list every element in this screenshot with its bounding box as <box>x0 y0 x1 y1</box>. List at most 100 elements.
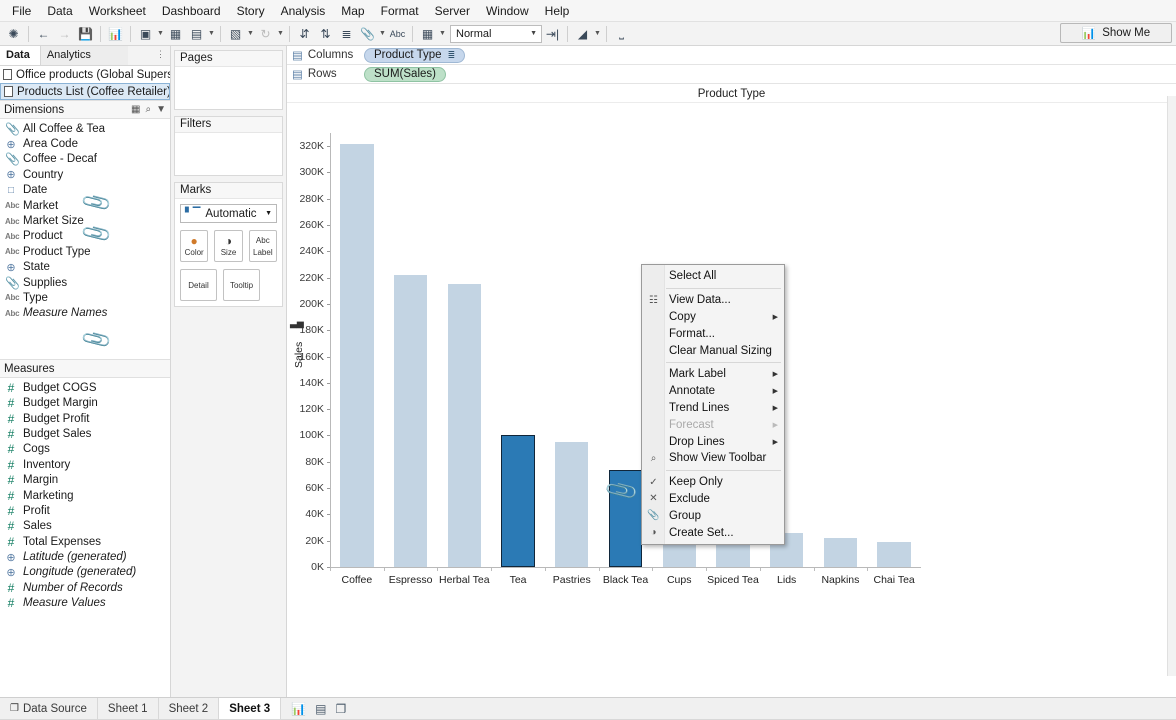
menu-server[interactable]: Server <box>427 1 478 21</box>
context-menu-item-keep-only[interactable]: ✓ Keep Only <box>642 474 784 491</box>
menu-help[interactable]: Help <box>537 1 578 21</box>
measure-item-1[interactable]: # Budget Margin <box>0 395 170 410</box>
menu-data[interactable]: Data <box>39 1 80 21</box>
x-axis-label-black-tea[interactable]: Black Tea <box>603 574 648 586</box>
measure-item-11[interactable]: ⊕ Latitude (generated) <box>0 549 170 564</box>
context-menu-item-view-data[interactable]: ☷ View Data... <box>642 292 784 309</box>
context-menu-item-exclude[interactable]: ✕ Exclude <box>642 491 784 508</box>
sheet-tab-sheet-1[interactable]: Sheet 1 <box>98 698 159 719</box>
mark-type-dropdown[interactable]: ▘▔ Automatic ▼ <box>180 204 277 223</box>
sheet-tab-sheet-3[interactable]: Sheet 3 <box>219 698 282 719</box>
tab-data[interactable]: Data <box>0 46 40 65</box>
dimension-item-1[interactable]: ⊕ Area Code <box>0 136 170 151</box>
bar-black-tea[interactable] <box>608 469 643 567</box>
x-axis-label-chai-tea[interactable]: Chai Tea <box>873 574 914 586</box>
filters-shelf[interactable] <box>175 133 282 175</box>
x-axis-label-pastries[interactable]: Pastries <box>553 574 591 586</box>
dimension-item-12[interactable]: Abc Measure Names <box>0 306 170 321</box>
sheet-tab-sheet-2[interactable]: Sheet 2 <box>159 698 220 719</box>
measure-item-2[interactable]: # Budget Profit <box>0 411 170 426</box>
measure-item-12[interactable]: ⊕ Longitude (generated) <box>0 565 170 580</box>
new-worksheet-caret-icon[interactable]: ▼ <box>156 30 165 37</box>
x-axis-label-lids[interactable]: Lids <box>777 574 796 586</box>
measure-item-14[interactable]: # Measure Values <box>0 596 170 611</box>
menu-story[interactable]: Story <box>229 1 273 21</box>
measure-item-4[interactable]: # Cogs <box>0 442 170 457</box>
tableau-logo-icon[interactable]: ✺ <box>3 24 24 44</box>
group-members-icon[interactable]: 📎 <box>357 24 378 44</box>
refresh-caret-icon[interactable]: ▼ <box>276 30 285 37</box>
data-source-item-0[interactable]: Office products (Global Supers... <box>0 66 170 83</box>
save-icon[interactable]: 💾 <box>75 24 96 44</box>
context-menu-item-annotate[interactable]: Annotate ▶ <box>642 383 784 400</box>
swap-caret-icon[interactable]: ▼ <box>246 30 255 37</box>
context-menu-item-trend-lines[interactable]: Trend Lines ▶ <box>642 400 784 417</box>
clear-sheet-caret-icon[interactable]: ▼ <box>207 30 216 37</box>
menu-worksheet[interactable]: Worksheet <box>81 1 154 21</box>
measure-item-13[interactable]: # Number of Records <box>0 580 170 595</box>
show-me-button[interactable]: 📊 Show Me <box>1060 23 1172 43</box>
new-story-icon[interactable]: ❐ <box>335 702 346 716</box>
context-menu-item-create-set[interactable]: ◑ Create Set... <box>642 524 784 541</box>
sheet-tab-data-source[interactable]: ❐ Data Source <box>0 698 98 719</box>
grid-view-icon[interactable]: ▦ <box>131 104 140 115</box>
tooltip-button[interactable]: Tooltip <box>223 269 260 301</box>
pages-shelf[interactable] <box>175 67 282 109</box>
bar-coffee[interactable] <box>340 143 374 567</box>
x-axis-label-cups[interactable]: Cups <box>667 574 692 586</box>
view-vertical-scrollbar[interactable] <box>1167 96 1176 676</box>
data-source-item-1[interactable]: Products List (Coffee Retailer) <box>0 83 170 100</box>
measure-item-0[interactable]: # Budget COGS <box>0 380 170 395</box>
menu-window[interactable]: Window <box>478 1 537 21</box>
dimension-item-11[interactable]: Abc Type <box>0 290 170 305</box>
context-menu-item-show-view-toolbar[interactable]: ⌕ Show View Toolbar <box>642 450 784 467</box>
label-button[interactable]: Abc Label <box>248 230 277 262</box>
fit-dropdown[interactable]: Normal ▼ <box>450 24 542 43</box>
new-worksheet-icon[interactable]: 📊 <box>291 702 306 716</box>
pane-options-icon[interactable]: ⋮ <box>156 46 170 65</box>
presentation-mode-icon[interactable]: ⎵ <box>611 24 632 44</box>
show-mark-labels-icon[interactable]: Abc <box>387 24 408 44</box>
new-data-source-icon[interactable]: 📊 <box>105 24 126 44</box>
highlight-caret-icon[interactable]: ▼ <box>593 30 602 37</box>
dimension-item-8[interactable]: Abc Product Type <box>0 244 170 259</box>
swap-rows-columns-icon[interactable]: ▧ <box>225 24 246 44</box>
layout-caret-icon[interactable]: ▼ <box>438 30 447 37</box>
x-axis-label-espresso[interactable]: Espresso <box>389 574 433 586</box>
dimension-item-10[interactable]: 📎 Supplies <box>0 275 170 290</box>
x-axis-label-napkins[interactable]: Napkins <box>821 574 859 586</box>
bar-pastries[interactable] <box>555 442 589 567</box>
measure-item-3[interactable]: # Budget Sales <box>0 426 170 441</box>
context-menu-item-mark-label[interactable]: Mark Label ▶ <box>642 366 784 383</box>
measure-item-10[interactable]: # Total Expenses <box>0 534 170 549</box>
context-menu[interactable]: Select All ☷ View Data... Copy ▶ Format... Cle… <box>641 264 785 545</box>
bar-espresso[interactable] <box>393 275 428 567</box>
dimension-item-9[interactable]: ⊕ State <box>0 260 170 275</box>
presentation-layout-icon[interactable]: ▦ <box>417 24 438 44</box>
context-menu-item-copy[interactable]: Copy ▶ <box>642 309 784 326</box>
new-worksheet-icon[interactable]: ▣ <box>135 24 156 44</box>
clear-sheet-icon[interactable]: ▤ <box>186 24 207 44</box>
color-button[interactable]: ● Color <box>180 230 209 262</box>
dimension-item-0[interactable]: 📎 All Coffee & Tea <box>0 121 170 136</box>
context-menu-item-group[interactable]: 📎 Group <box>642 507 784 524</box>
chevron-down-icon[interactable]: ▼ <box>156 104 166 115</box>
x-axis-label-herbal-tea[interactable]: Herbal Tea <box>439 574 490 586</box>
context-menu-item-format[interactable]: Format... <box>642 325 784 342</box>
duplicate-sheet-icon[interactable]: ▦ <box>165 24 186 44</box>
totals-icon[interactable]: ≣ <box>336 24 357 44</box>
size-button[interactable]: ◑ Size <box>214 230 243 262</box>
dimension-item-4[interactable]: □ Date <box>0 183 170 198</box>
dimension-item-6[interactable]: Abc Market Size <box>0 213 170 228</box>
sort-descending-icon[interactable]: ⇅ <box>315 24 336 44</box>
menu-format[interactable]: Format <box>373 1 427 21</box>
forward-arrow-icon[interactable]: → <box>54 24 75 44</box>
x-axis-label-tea[interactable]: Tea <box>510 574 527 586</box>
dimension-item-2[interactable]: 📎 Coffee - Decaf <box>0 152 170 167</box>
back-arrow-icon[interactable]: ← <box>33 24 54 44</box>
tab-analytics[interactable]: Analytics <box>39 46 128 65</box>
dimension-item-7[interactable]: Abc Product <box>0 229 170 244</box>
refresh-icon[interactable]: ↻ <box>255 24 276 44</box>
rows-shelf[interactable]: ▤ Rows SUM(Sales) <box>287 65 1176 84</box>
context-menu-item-clear-manual-sizing[interactable]: Clear Manual Sizing <box>642 342 784 359</box>
